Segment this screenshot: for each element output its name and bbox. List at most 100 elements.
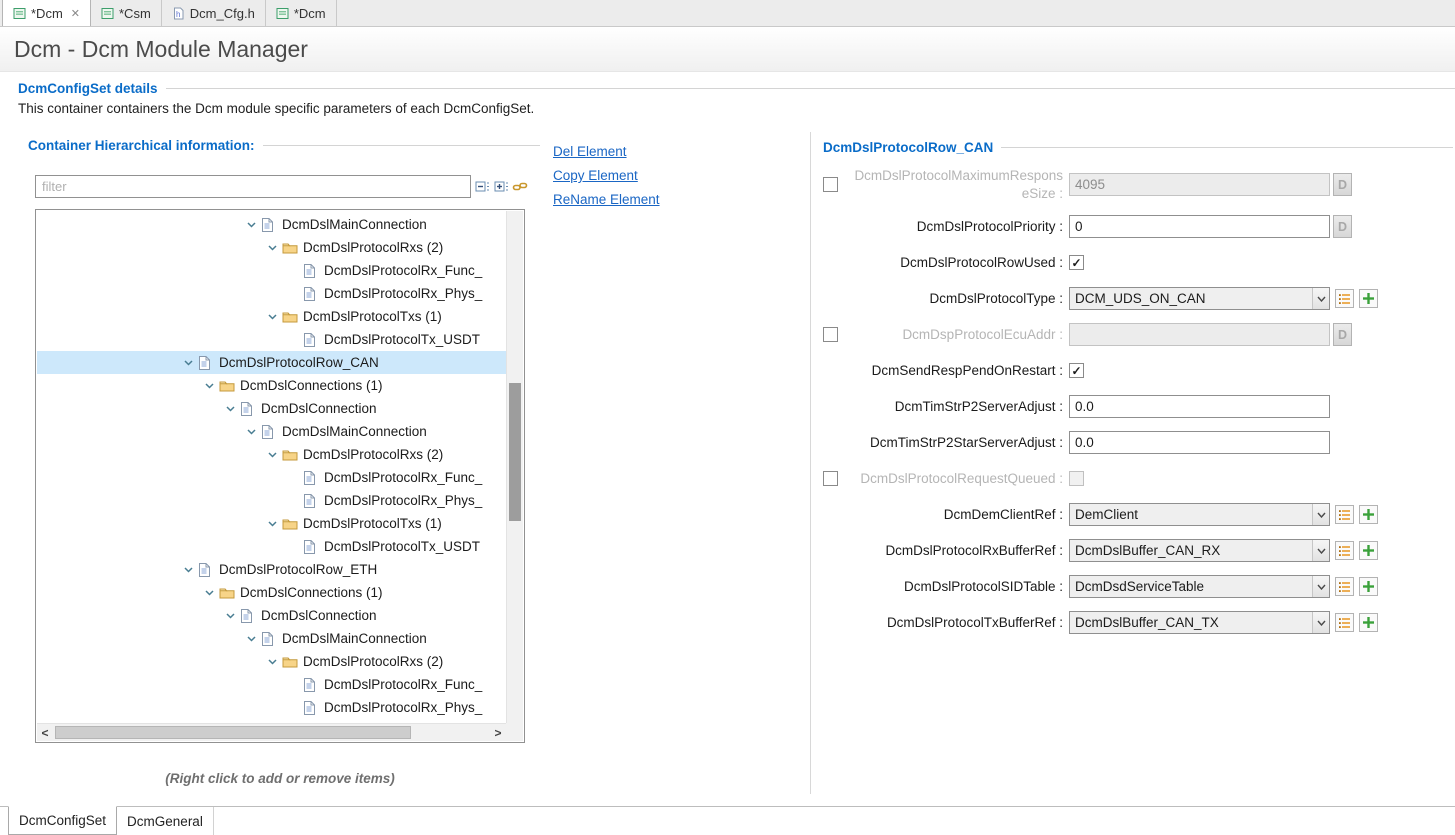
value-checkbox <box>1069 471 1084 486</box>
tree-item-dcmdslprotocolrxs-2[interactable]: DcmDslProtocolRxs (2) <box>37 443 506 466</box>
indent-spacer <box>287 266 300 275</box>
tree-item-dcmdslprotocoltxs-1[interactable]: DcmDslProtocolTxs (1) <box>37 305 506 328</box>
editor-tab-csm[interactable]: *Csm <box>91 0 162 26</box>
value-checkbox[interactable]: ✓ <box>1069 255 1084 270</box>
control-cell: D <box>1069 323 1352 346</box>
tree-horizontal-scrollbar[interactable]: < > <box>37 723 506 741</box>
section-header-rule <box>166 88 1455 89</box>
tree-item-dcmdslprotocolrx-phys[interactable]: DcmDslProtocolRx_Phys_ <box>37 489 506 512</box>
field-text-input[interactable] <box>1069 215 1330 238</box>
reference-list-icon[interactable] <box>1335 505 1354 524</box>
tree-item-dcmdslprotocolrx-phys[interactable]: DcmDslProtocolRx_Phys_ <box>37 696 506 719</box>
chevron-down-icon[interactable] <box>245 634 258 643</box>
scroll-right-arrow-icon[interactable]: > <box>490 724 506 742</box>
tree-item-dcmdslprotocolrx-func[interactable]: DcmDslProtocolRx_Func_ <box>37 673 506 696</box>
tab-dcmgeneral[interactable]: DcmGeneral <box>117 807 214 835</box>
default-value-button[interactable]: D <box>1333 323 1352 346</box>
add-reference-icon[interactable] <box>1359 577 1378 596</box>
close-icon[interactable]: ✕ <box>71 7 80 20</box>
chevron-down-icon[interactable] <box>182 358 195 367</box>
control-cell <box>1069 395 1330 418</box>
field-dcmdslprotocolrequestqueued: DcmDslProtocolRequestQueued : <box>823 467 1435 490</box>
editor-tab-dcm-cfg-h[interactable]: hDcm_Cfg.h <box>162 0 266 26</box>
link-with-editor-icon[interactable] <box>512 179 528 195</box>
tree-item-dcmdslprotocolrxs-2[interactable]: DcmDslProtocolRxs (2) <box>37 236 506 259</box>
field-combo[interactable]: DcmDsdServiceTable <box>1069 575 1330 598</box>
override-checkbox[interactable] <box>823 471 838 486</box>
chevron-down-icon[interactable] <box>266 657 279 666</box>
tree-item-dcmdslmainconnection[interactable]: DcmDslMainConnection <box>37 420 506 443</box>
action-link-del-element[interactable]: Del Element <box>553 144 660 159</box>
tree-item-dcmdslprotocolrow-eth[interactable]: DcmDslProtocolRow_ETH <box>37 558 506 581</box>
tree-item-dcmdslprotocoltx-usdt[interactable]: DcmDslProtocolTx_USDT <box>37 535 506 558</box>
tree-item-dcmdslconnection[interactable]: DcmDslConnection <box>37 397 506 420</box>
vertical-scroll-thumb[interactable] <box>509 383 521 521</box>
page-title: Dcm - Dcm Module Manager <box>14 36 308 63</box>
scroll-left-arrow-icon[interactable]: < <box>37 724 53 742</box>
tree-item-dcmdslprotocolrx-func[interactable]: DcmDslProtocolRx_Func_ <box>37 259 506 282</box>
chevron-down-icon[interactable] <box>224 611 237 620</box>
tree-item-dcmdslmainconnection[interactable]: DcmDslMainConnection <box>37 627 506 650</box>
chevron-down-icon[interactable] <box>266 312 279 321</box>
tree-item-dcmdslprotocolrow-can[interactable]: DcmDslProtocolRow_CAN <box>37 351 506 374</box>
tree-item-dcmdslprotocoltxs-1[interactable]: DcmDslProtocolTxs (1) <box>37 512 506 535</box>
add-reference-icon[interactable] <box>1359 289 1378 308</box>
tree-item-dcmdslprotocolrx-func[interactable]: DcmDslProtocolRx_Func_ <box>37 466 506 489</box>
reference-list-icon[interactable] <box>1335 289 1354 308</box>
action-link-rename-element[interactable]: ReName Element <box>553 192 660 207</box>
field-combo[interactable]: DcmDslBuffer_CAN_RX <box>1069 539 1330 562</box>
tree-item-dcmdslmainconnection[interactable]: DcmDslMainConnection <box>37 213 506 236</box>
tree-item-dcmdslprotocolrxs-2[interactable]: DcmDslProtocolRxs (2) <box>37 650 506 673</box>
tree-item-dcmdslprotocoltx-usdt[interactable]: DcmDslProtocolTx_USDT <box>37 328 506 351</box>
editor-tab-dcm[interactable]: *Dcm✕ <box>2 0 91 26</box>
chevron-down-icon[interactable] <box>266 450 279 459</box>
editor-tab-dcm[interactable]: *Dcm <box>266 0 337 26</box>
reference-list-icon[interactable] <box>1335 613 1354 632</box>
tab-dcmconfigset[interactable]: DcmConfigSet <box>8 806 117 835</box>
field-text-input[interactable] <box>1069 431 1330 454</box>
chevron-down-icon[interactable] <box>203 381 216 390</box>
field-combo[interactable]: DCM_UDS_ON_CAN <box>1069 287 1330 310</box>
indent-spacer <box>287 289 300 298</box>
filter-input[interactable] <box>35 175 471 198</box>
chevron-down-icon[interactable] <box>245 220 258 229</box>
tree-item-label: DcmDslMainConnection <box>282 217 427 232</box>
value-checkbox[interactable]: ✓ <box>1069 363 1084 378</box>
override-checkbox[interactable] <box>823 327 838 342</box>
chevron-down-icon[interactable] <box>266 243 279 252</box>
scrollbar-corner <box>506 723 523 741</box>
chevron-down-icon[interactable] <box>182 565 195 574</box>
override-checkbox[interactable] <box>823 177 838 192</box>
add-reference-icon[interactable] <box>1359 613 1378 632</box>
horizontal-scroll-thumb[interactable] <box>55 726 411 739</box>
default-value-button[interactable]: D <box>1333 173 1352 196</box>
collapse-all-icon[interactable] <box>474 179 490 195</box>
tree-vertical-scrollbar[interactable] <box>506 211 523 723</box>
reference-list-icon[interactable] <box>1335 541 1354 560</box>
document-icon <box>198 563 214 577</box>
field-label: DcmSendRespPendOnRestart : <box>851 362 1069 380</box>
tree-hint: (Right click to add or remove items) <box>35 771 525 786</box>
field-combo[interactable]: DcmDslBuffer_CAN_TX <box>1069 611 1330 634</box>
chevron-down-icon[interactable] <box>245 427 258 436</box>
tree-item-dcmdslconnection[interactable]: DcmDslConnection <box>37 604 506 627</box>
chevron-down-icon[interactable] <box>266 519 279 528</box>
action-link-copy-element[interactable]: Copy Element <box>553 168 660 183</box>
expand-all-icon[interactable] <box>493 179 509 195</box>
field-dcmdslprotocoltype: DcmDslProtocolType :DCM_UDS_ON_CAN <box>823 287 1435 310</box>
tree-item-label: DcmDslMainConnection <box>282 631 427 646</box>
tree-item-dcmdslprotocolrx-phys[interactable]: DcmDslProtocolRx_Phys_ <box>37 282 506 305</box>
default-value-button[interactable]: D <box>1333 215 1352 238</box>
section-description: This container containers the Dcm module… <box>18 101 534 116</box>
chevron-down-icon[interactable] <box>203 588 216 597</box>
chevron-down-icon[interactable] <box>224 404 237 413</box>
tree-items: DcmDslMainConnectionDcmDslProtocolRxs (2… <box>37 211 506 723</box>
field-text-input[interactable] <box>1069 395 1330 418</box>
field-combo[interactable]: DemClient <box>1069 503 1330 526</box>
reference-list-icon[interactable] <box>1335 577 1354 596</box>
tree-item-dcmdslconnections-1[interactable]: DcmDslConnections (1) <box>37 581 506 604</box>
add-reference-icon[interactable] <box>1359 505 1378 524</box>
tree-item-label: DcmDslProtocolRxs (2) <box>303 654 443 669</box>
add-reference-icon[interactable] <box>1359 541 1378 560</box>
tree-item-dcmdslconnections-1[interactable]: DcmDslConnections (1) <box>37 374 506 397</box>
